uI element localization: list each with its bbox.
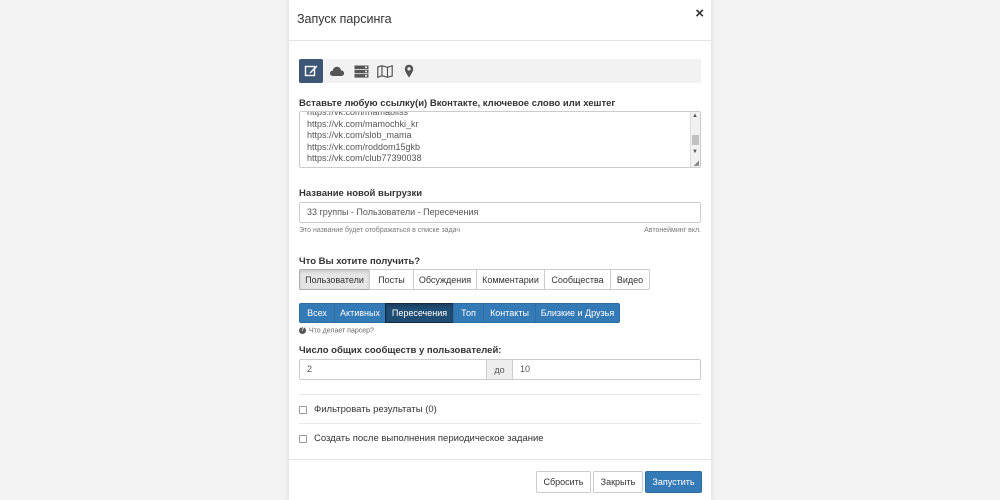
mode-top[interactable]: Топ: [453, 303, 484, 323]
mode-close-friends[interactable]: Близкие и Друзья: [535, 303, 620, 323]
periodic-task-label[interactable]: Создать после выполнения периодическое з…: [314, 433, 544, 444]
get-type-label: Что Вы хотите получить?: [299, 256, 421, 267]
periodic-task-checkbox[interactable]: [299, 434, 307, 443]
name-field-label: Название новой выгрузки: [299, 188, 423, 199]
link-line: https://vk.com/mamochki_kr: [307, 118, 419, 129]
mode-intersections[interactable]: Пересечения: [385, 303, 454, 323]
parser-help-text: Что делает парсер?: [309, 327, 374, 335]
source-tabs: [299, 59, 701, 83]
divider: [299, 394, 701, 395]
mode-active[interactable]: Активных: [334, 303, 386, 323]
common-count-label: Число общих сообществ у пользователей:: [299, 345, 502, 356]
modal-footer-divider: [289, 459, 711, 460]
links-label: Вставьте любую ссылку(и) Вконтакте, ключ…: [299, 98, 616, 109]
get-option-users[interactable]: Пользователи: [299, 269, 370, 290]
autonaming-status[interactable]: Автонейминг вкл.: [644, 227, 701, 234]
get-option-posts[interactable]: Посты: [369, 269, 414, 290]
links-textarea[interactable]: https://vk.com/mamabliss https://vk.com/m…: [299, 111, 701, 168]
link-line: https://vk.com/slob_mama: [307, 130, 412, 140]
parser-help-link[interactable]: ? Что делает парсер?: [299, 327, 374, 334]
name-help-text: Это название будет отображаться в списке…: [299, 227, 461, 234]
scroll-down-icon[interactable]: ▼: [692, 149, 698, 155]
common-to-input[interactable]: 10: [512, 359, 701, 380]
get-option-discussions[interactable]: Обсуждения: [413, 269, 477, 290]
get-option-communities[interactable]: Сообщества: [544, 269, 611, 290]
link-line: https://vk.com/roddom15gkb: [307, 141, 421, 152]
link-line: https://vk.com/club77390038: [307, 153, 422, 163]
source-tab-location[interactable]: [397, 59, 421, 83]
modal-title: Запуск парсинга: [297, 12, 392, 26]
get-option-comments[interactable]: Комментарии: [476, 269, 545, 290]
divider: [299, 423, 701, 424]
source-tab-edit[interactable]: [299, 59, 323, 83]
map-icon: [377, 64, 393, 78]
server-icon: [354, 65, 368, 78]
export-name-input[interactable]: 33 группы - Пользователи - Пересечения: [299, 202, 701, 223]
link-line: https://vk.com/mamabliss: [307, 111, 409, 117]
filter-results-row: Фильтровать результаты (0): [299, 404, 437, 415]
source-tab-cloud[interactable]: [325, 59, 349, 83]
common-from-input[interactable]: 2: [299, 359, 487, 380]
filter-results-label[interactable]: Фильтровать результаты (0): [314, 404, 437, 415]
edit-icon: [304, 65, 318, 77]
range-separator: до: [486, 359, 513, 380]
mode-contacts[interactable]: Контакты: [483, 303, 536, 323]
parse-modal: Запуск парсинга × Вставьте любую ссылку(…: [289, 0, 711, 500]
cloud-icon: [329, 66, 345, 76]
reset-button[interactable]: Сбросить: [536, 471, 591, 493]
resize-grip-icon[interactable]: ◢: [694, 159, 699, 167]
run-button[interactable]: Запустить: [645, 471, 702, 493]
filter-results-checkbox[interactable]: [299, 405, 307, 414]
modal-header: Запуск парсинга ×: [289, 0, 711, 41]
close-button[interactable]: Закрыть: [593, 471, 643, 493]
mode-all[interactable]: Всех: [299, 303, 335, 323]
close-icon[interactable]: ×: [695, 5, 704, 22]
map-marker-icon: [404, 64, 414, 78]
scroll-up-icon[interactable]: ▲: [692, 113, 698, 119]
source-tab-server[interactable]: [349, 59, 373, 83]
periodic-task-row: Создать после выполнения периодическое з…: [299, 433, 544, 444]
get-option-video[interactable]: Видео: [610, 269, 650, 290]
question-icon: ?: [299, 327, 306, 334]
source-tab-map[interactable]: [373, 59, 397, 83]
scroll-thumb[interactable]: [692, 135, 699, 145]
